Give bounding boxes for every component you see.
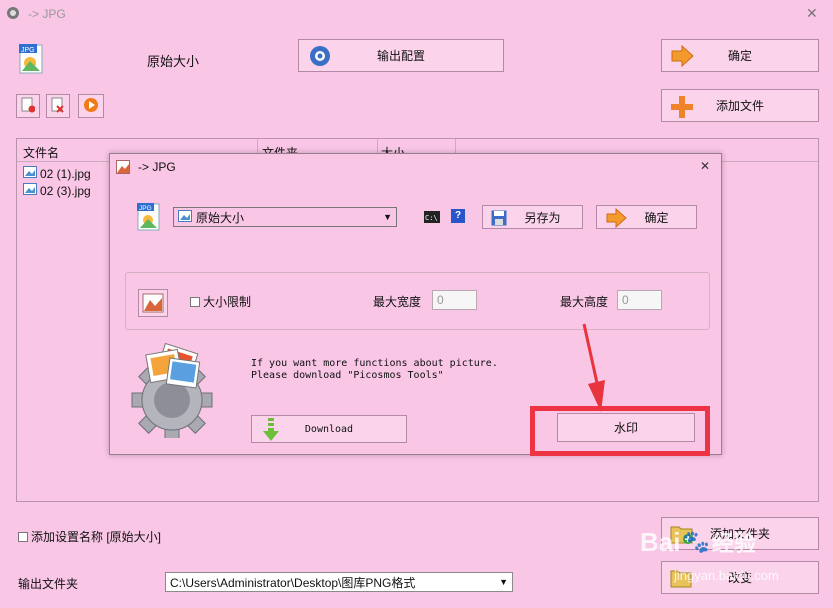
arrow-right-icon — [670, 44, 694, 68]
max-height-input[interactable]: 0 — [617, 290, 662, 310]
confirm-label: 确定 — [727, 49, 752, 63]
add-setting-name-checkbox-row[interactable]: 添加设置名称 [原始大小] — [18, 528, 161, 545]
picosmos-tools-logo — [126, 342, 218, 441]
svg-text:C:\: C:\ — [425, 214, 438, 222]
download-button[interactable]: Download — [251, 415, 407, 443]
max-height-label: 最大高度 — [560, 295, 609, 309]
arrow-right-icon — [605, 207, 627, 231]
svg-text:JPG: JPG — [21, 47, 35, 54]
play-button[interactable] — [78, 94, 104, 118]
svg-text:JPG: JPG — [139, 205, 152, 212]
baidu-logo: Bai 🐾 经验 — [640, 526, 756, 557]
output-folder-path: C:\Users\Administrator\Desktop\图库PNG格式 — [170, 575, 416, 590]
preset-image-icon — [178, 209, 192, 225]
resize-image-icon — [138, 289, 168, 317]
dialog-title: -> JPG — [138, 160, 176, 174]
column-header-name[interactable]: 文件名 — [23, 144, 59, 161]
play-icon — [83, 97, 99, 116]
jpg-file-icon: JPG — [18, 43, 46, 75]
preset-label: 原始大小 — [147, 54, 200, 69]
baidu-url: jingyan.baidu.com — [674, 568, 779, 583]
size-limit-checkbox[interactable] — [190, 296, 200, 307]
plus-icon — [670, 95, 694, 119]
add-file-label: 添加文件 — [715, 99, 764, 113]
promo-text-line2: Please download "Picosmos Tools" — [251, 370, 444, 381]
add-file-button[interactable]: 添加文件 — [661, 89, 819, 122]
max-width-input[interactable]: 0 — [432, 290, 477, 310]
table-row[interactable]: 02 (3).jpg — [23, 183, 91, 198]
size-limit-checkbox-row[interactable]: 大小限制 — [190, 293, 251, 310]
file-name: 02 (3).jpg — [40, 183, 91, 198]
delete-file-button[interactable] — [16, 94, 40, 118]
add-setting-name-label: 添加设置名称 [原始大小] — [31, 530, 162, 544]
output-config-button[interactable]: 输出配置 — [298, 39, 504, 72]
table-row[interactable]: 02 (1).jpg — [23, 166, 91, 181]
image-file-icon — [23, 183, 37, 198]
download-arrow-icon — [262, 418, 280, 445]
app-icon — [6, 6, 20, 20]
output-folder-select[interactable]: C:\Users\Administrator\Desktop\图库PNG格式 ▼ — [165, 572, 513, 592]
add-setting-name-checkbox[interactable] — [18, 531, 28, 542]
clear-list-button[interactable] — [46, 94, 70, 118]
highlight-box — [530, 406, 710, 456]
delete-file-icon — [21, 97, 36, 116]
file-name: 02 (1).jpg — [40, 166, 91, 181]
promo-text-line1: If you want more functions about picture… — [251, 358, 498, 369]
save-as-label: 另存为 — [524, 210, 561, 225]
dialog-app-icon — [116, 160, 130, 177]
save-icon — [491, 210, 507, 229]
size-limit-label: 大小限制 — [203, 295, 252, 309]
config-icon — [309, 45, 331, 67]
chevron-down-icon: ▼ — [383, 212, 392, 222]
dialog-jpg-icon: JPG — [136, 202, 162, 235]
paw-icon: 🐾 — [682, 529, 710, 554]
save-as-button[interactable]: 另存为 — [482, 205, 583, 229]
window-close-icon[interactable]: ✕ — [806, 5, 818, 22]
max-width-label: 最大宽度 — [373, 295, 422, 309]
confirm-button[interactable]: 确定 — [661, 39, 819, 72]
dialog-confirm-button[interactable]: 确定 — [596, 205, 697, 229]
output-config-label: 输出配置 — [376, 49, 425, 63]
dialog-preset-select[interactable]: 原始大小 ▼ — [173, 207, 397, 227]
command-line-icon[interactable]: C:\ — [424, 211, 440, 226]
dialog-confirm-label: 确定 — [644, 210, 669, 225]
chevron-down-icon: ▼ — [499, 577, 508, 587]
help-icon[interactable]: ? — [451, 209, 465, 223]
image-file-icon — [23, 166, 37, 181]
dialog-close-icon[interactable]: ✕ — [700, 159, 710, 173]
download-label: Download — [304, 423, 354, 435]
size-limit-group: 大小限制 最大宽度 0 最大高度 0 — [125, 272, 710, 330]
annotation-arrow — [574, 322, 614, 414]
dialog-preset-value: 原始大小 — [196, 210, 245, 225]
output-folder-label: 输出文件夹 — [18, 577, 79, 591]
clear-list-icon — [51, 97, 65, 116]
window-title: -> JPG — [28, 7, 66, 21]
